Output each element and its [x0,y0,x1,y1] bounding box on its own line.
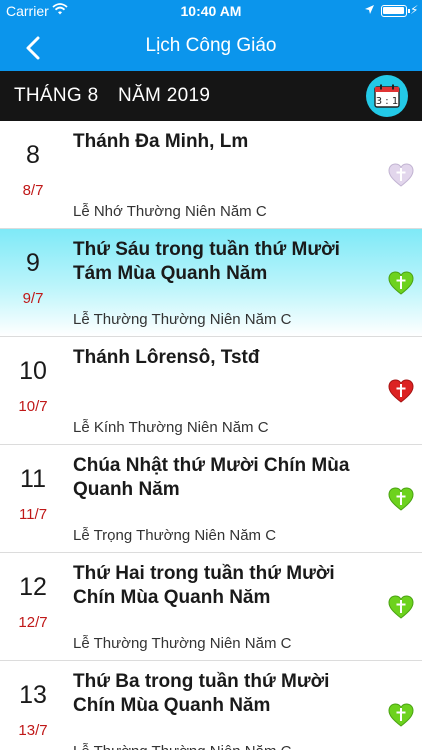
heart-cross-icon [388,379,414,403]
month-label: THÁNG 8 [14,85,99,106]
battery-icon [381,5,410,17]
day-number: 12 [19,573,47,601]
heart-cross-icon [388,271,414,295]
lunar-date: 8/7 [22,182,44,199]
charging-icon: ⚡ [410,3,419,17]
day-row[interactable]: 8 8/7 Thánh Đa Minh, Lm Lễ Nhớ Thường Ni… [0,121,422,229]
heart-cross-icon [388,703,414,727]
day-number: 9 [26,249,40,277]
heart-cross-icon [388,163,414,187]
feast-rank: Lễ Kính Thường Niên Năm C [73,419,269,436]
month-year-label: THÁNG 8 NĂM 2019 [14,85,210,107]
status-time: 10:40 AM [180,3,242,19]
page-title: Lịch Công Giáo [145,35,277,56]
feast-rank: Lễ Thường Thường Niên Năm C [73,743,291,750]
lunar-date: 9/7 [22,290,44,307]
year-label: NĂM 2019 [118,85,211,106]
day-row[interactable]: 12 12/7 Thứ Hai trong tuần thứ Mười Chín… [0,553,422,661]
lunar-date: 11/7 [18,506,48,523]
day-row[interactable]: 10 10/7 Thánh Lôrensô, Tstđ Lễ Kính Thườ… [0,337,422,445]
day-row[interactable]: 11 11/7 Chúa Nhật thứ Mười Chín Mùa Quan… [0,445,422,553]
day-list[interactable]: 8 8/7 Thánh Đa Minh, Lm Lễ Nhớ Thường Ni… [0,121,422,750]
heart-cross-icon [388,487,414,511]
day-number: 13 [19,681,47,709]
feast-name: Thứ Ba trong tuần thứ Mười Chín Mùa Quan… [73,671,330,716]
day-number: 11 [20,465,46,493]
month-bar: THÁNG 8 NĂM 2019 3 : 1 [0,71,422,121]
lunar-date: 12/7 [18,614,48,631]
feast-rank: Lễ Thường Thường Niên Năm C [73,635,292,652]
feast-name: Thánh Đa Minh, Lm [73,131,249,152]
calendar-button[interactable]: 3 : 1 [366,75,408,117]
heart-cross-icon [388,595,414,619]
calendar-icon-text: 3 : 1 [376,96,398,107]
navigation-bar: Carrier 10:40 AM ⚡ Lịch Công Giáo [0,0,422,71]
status-bar: Carrier 10:40 AM ⚡ [0,0,422,22]
feast-name: Thứ Sáu trong tuần thứ Mười Tám Mùa Quan… [73,239,340,284]
day-row[interactable]: 9 9/7 Thứ Sáu trong tuần thứ Mười Tám Mù… [0,229,422,337]
location-icon [365,5,374,14]
feast-rank: Lễ Trọng Thường Niên Năm C [73,527,277,544]
feast-name: Thứ Hai trong tuần thứ Mười Chín Mùa Qua… [73,563,335,608]
day-number: 8 [26,141,40,169]
feast-name: Chúa Nhật thứ Mười Chín Mùa Quanh Năm [73,455,350,500]
lunar-date: 10/7 [18,398,48,415]
feast-name: Thánh Lôrensô, Tstđ [73,347,260,368]
lunar-date: 13/7 [18,722,48,739]
day-number: 10 [19,357,47,385]
calendar-icon: 3 : 1 [374,84,400,108]
feast-rank: Lễ Nhớ Thường Niên Năm C [73,203,267,220]
feast-rank: Lễ Thường Thường Niên Năm C [73,311,292,328]
day-row[interactable]: 13 13/7 Thứ Ba trong tuần thứ Mười Chín … [0,661,422,750]
